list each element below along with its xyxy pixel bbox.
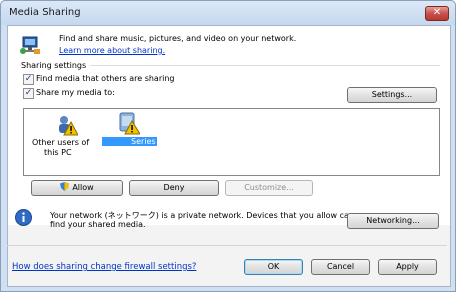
device-label-series: Series xyxy=(102,137,157,146)
group-divider xyxy=(90,65,440,66)
device-item-other-users[interactable]: Other users of this PC xyxy=(32,112,104,168)
find-media-checkbox[interactable]: ✓ xyxy=(23,74,34,85)
intro-text: Find and share music, pictures, and vide… xyxy=(59,34,297,43)
footer-divider xyxy=(7,245,447,246)
apply-button[interactable]: Apply xyxy=(378,259,437,275)
learn-more-link[interactable]: Learn more about sharing. xyxy=(59,46,165,55)
device-list[interactable]: Other users of this PC Series xyxy=(23,108,440,176)
settings-button[interactable]: Settings... xyxy=(347,87,437,103)
network-text-line2: find your shared media. xyxy=(50,220,146,229)
lower-panel xyxy=(8,225,450,286)
allow-label: Allow xyxy=(72,183,94,192)
media-sharing-window: Media Sharing ✕ Find and share music, pi… xyxy=(0,0,456,292)
media-sharing-icon xyxy=(19,36,41,56)
firewall-link[interactable]: How does sharing change firewall setting… xyxy=(12,262,196,272)
device-item-series[interactable]: Series xyxy=(102,111,174,157)
title-bar[interactable]: Media Sharing ✕ xyxy=(1,1,455,25)
find-media-label: Find media that others are sharing xyxy=(36,74,175,83)
window-title: Media Sharing xyxy=(9,7,81,18)
users-warning-icon xyxy=(56,114,79,136)
device-label-line1: Other users of xyxy=(32,138,90,147)
device-label-line2: this PC xyxy=(44,148,72,157)
dialog-client-area: Find and share music, pictures, and vide… xyxy=(7,25,451,287)
networking-button[interactable]: Networking... xyxy=(347,213,439,229)
deny-button[interactable]: Deny xyxy=(129,180,219,196)
share-media-label: Share my media to: xyxy=(36,88,115,97)
customize-button[interactable]: Customize... xyxy=(225,180,313,196)
ok-button[interactable]: OK xyxy=(244,259,303,275)
shield-icon xyxy=(60,182,70,191)
cancel-button[interactable]: Cancel xyxy=(311,259,370,275)
close-button[interactable]: ✕ xyxy=(425,6,449,21)
allow-button[interactable]: Allow xyxy=(31,180,123,196)
projector-warning-icon xyxy=(116,111,141,135)
sharing-settings-label: Sharing settings xyxy=(21,61,87,70)
share-media-checkbox[interactable]: ✓ xyxy=(23,88,34,99)
info-icon xyxy=(15,209,32,226)
